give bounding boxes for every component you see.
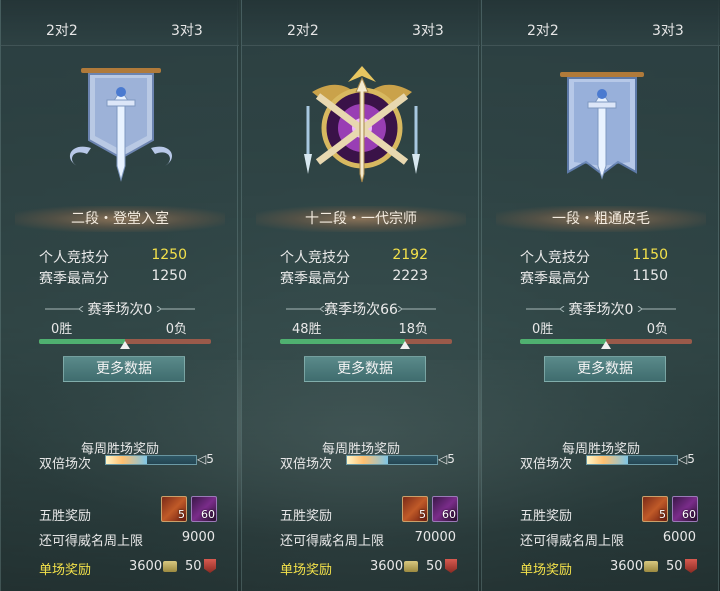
five-win-reward-label: 五胜奖励	[280, 509, 333, 524]
more-data-button[interactable]: 更多数据	[544, 356, 666, 382]
coin-icon	[404, 561, 418, 572]
coin-icon	[163, 561, 177, 572]
tab-2v2[interactable]: 2对2	[527, 20, 559, 40]
more-data-button[interactable]: 更多数据	[304, 356, 426, 382]
double-matches-label: 双倍场次	[520, 457, 573, 472]
personal-score-value: 1150	[632, 247, 668, 263]
single-coin-value: 3600	[610, 559, 644, 574]
personal-score-label: 个人竞技分	[520, 250, 590, 266]
honor-badge-icon	[445, 559, 457, 573]
five-win-reward-label: 五胜奖励	[39, 509, 92, 524]
rank-panel-2: 2对2 3对3 十二段・一代宗师 个人竞技分 2192 赛季最高分 2223 赛…	[241, 0, 480, 591]
season-high-value: 1250	[151, 268, 187, 284]
rank-title: 二段・登堂入室	[15, 206, 225, 232]
tab-3v3[interactable]: 3对3	[412, 20, 444, 40]
win-portion	[280, 339, 406, 344]
win-loss-marker-icon	[400, 341, 411, 349]
divider-ornament-right	[397, 306, 436, 312]
single-badge-value: 50	[426, 559, 443, 574]
win-portion	[520, 339, 606, 344]
double-matches-label: 双倍场次	[280, 457, 333, 472]
weekly-cap-label: 还可得威名周上限	[280, 534, 385, 549]
win-loss-marker-icon	[601, 341, 611, 349]
personal-score-label: 个人竞技分	[39, 250, 109, 266]
single-coin-value: 3600	[370, 559, 404, 574]
rank-title: 十二段・一代宗师	[256, 206, 466, 232]
five-win-reward-label: 五胜奖励	[520, 509, 573, 524]
rank-emblem-icon	[69, 68, 173, 182]
personal-score-value: 1250	[151, 247, 187, 263]
weekly-cap-value: 9000	[181, 530, 215, 545]
mode-tabbar: 2对2 3对3	[242, 0, 480, 46]
single-match-reward-label: 单场奖励	[39, 563, 92, 578]
season-high-value: 2223	[392, 268, 428, 284]
season-high-label: 赛季最高分	[280, 271, 350, 287]
tab-3v3[interactable]: 3对3	[171, 20, 203, 40]
double-matches-bar	[346, 455, 438, 465]
weekly-cap-value: 6000	[662, 530, 696, 545]
double-fill	[106, 456, 147, 464]
purple-crystal-icon[interactable]: 60	[672, 496, 698, 522]
tab-2v2[interactable]: 2对2	[46, 20, 78, 40]
double-fill	[347, 456, 388, 464]
season-matches: 赛季场次0	[87, 302, 153, 318]
double-matches-label: 双倍场次	[39, 457, 92, 472]
honor-badge-icon	[204, 559, 216, 573]
personal-score-label: 个人竞技分	[280, 250, 350, 266]
double-fill	[587, 456, 628, 464]
divider-ornament-right	[637, 306, 676, 312]
single-badge-value: 50	[185, 559, 202, 574]
single-coin-value: 3600	[129, 559, 163, 574]
season-high-value: 1150	[632, 268, 668, 284]
double-matches-bar	[105, 455, 197, 465]
weekly-cap-label: 还可得威名周上限	[39, 534, 144, 549]
double-matches-count: ◁5	[197, 452, 214, 466]
losses-count: 18负	[398, 322, 428, 337]
mode-tabbar: 2对2 3对3	[1, 0, 239, 46]
tab-3v3[interactable]: 3对3	[652, 20, 684, 40]
win-loss-marker-icon	[120, 341, 130, 349]
double-matches-bar	[586, 455, 678, 465]
purple-crystal-icon[interactable]: 60	[432, 496, 458, 522]
purple-crystal-icon[interactable]: 60	[191, 496, 217, 522]
personal-score-value: 2192	[392, 247, 428, 263]
weekly-cap-label: 还可得威名周上限	[520, 534, 625, 549]
more-data-button[interactable]: 更多数据	[63, 356, 185, 382]
single-match-reward-label: 单场奖励	[280, 563, 333, 578]
rank-panel-3: 2对2 3对3 一段・粗通皮毛 个人竞技分 1150 赛季最高分 1150 赛季…	[481, 0, 720, 591]
season-high-label: 赛季最高分	[39, 271, 109, 287]
season-matches: 赛季场次0	[568, 302, 634, 318]
treasure-chest-icon[interactable]: 5	[642, 496, 668, 522]
weekly-cap-value: 70000	[414, 530, 456, 545]
rank-panel-1: 2对2 3对3 二段・登堂入室 个人竞技分 1250 赛季最高分 1250 赛季…	[0, 0, 239, 591]
double-matches-count: ◁5	[438, 452, 455, 466]
tab-2v2[interactable]: 2对2	[287, 20, 319, 40]
wins-count: 0胜	[532, 322, 554, 337]
season-high-label: 赛季最高分	[520, 271, 590, 287]
treasure-chest-icon[interactable]: 5	[161, 496, 187, 522]
coin-icon	[644, 561, 658, 572]
single-badge-value: 50	[666, 559, 683, 574]
rank-emblem-icon	[304, 66, 420, 183]
divider-ornament-right	[156, 306, 195, 312]
losses-count: 0负	[646, 322, 668, 337]
wins-count: 0胜	[51, 322, 73, 337]
treasure-chest-icon[interactable]: 5	[402, 496, 428, 522]
mode-tabbar: 2对2 3对3	[482, 0, 720, 46]
losses-count: 0负	[165, 322, 187, 337]
season-matches: 赛季场次66	[324, 302, 398, 318]
win-loss-bar	[280, 339, 452, 344]
honor-badge-icon	[685, 559, 697, 573]
single-match-reward-label: 单场奖励	[520, 563, 573, 578]
wins-count: 48胜	[292, 322, 322, 337]
double-matches-count: ◁5	[678, 452, 695, 466]
rank-emblem-icon	[560, 72, 644, 180]
win-portion	[39, 339, 125, 344]
rank-title: 一段・粗通皮毛	[496, 206, 706, 232]
